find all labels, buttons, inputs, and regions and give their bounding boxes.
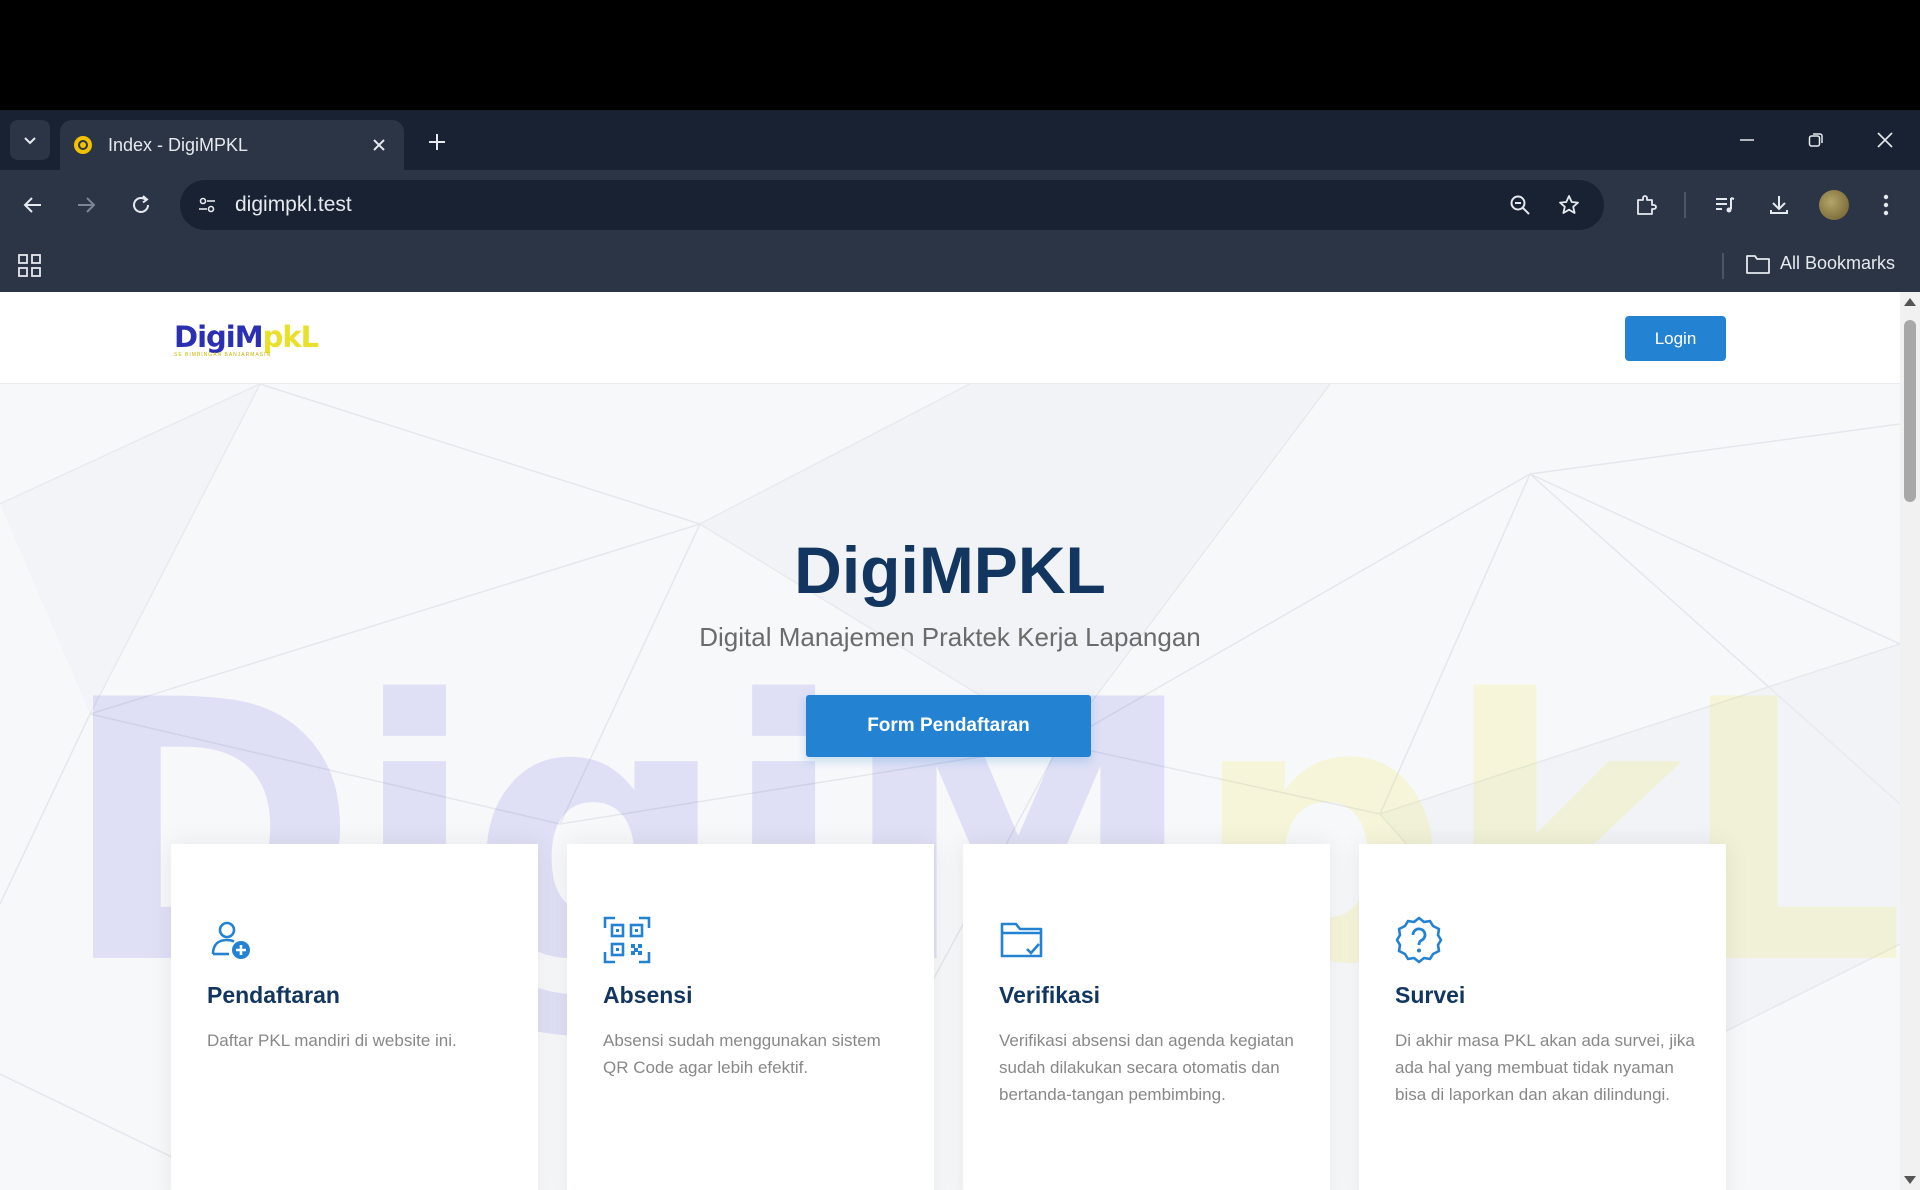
feature-title: Verifikasi [999, 982, 1101, 1008]
url-text[interactable]: digimpkl.test [235, 193, 352, 217]
site-logo[interactable]: DigiMpkL SE BIMBINGAN BANJARMASIN [174, 320, 319, 358]
user-add-icon [211, 921, 250, 959]
page-viewport: DigiMpkL DigiMPKL Digital Manajemen Prak… [0, 292, 1920, 1190]
reload-icon [133, 195, 149, 213]
arrow-left-icon [23, 197, 41, 213]
address-bar[interactable]: digimpkl.test [180, 180, 1604, 230]
close-tab-button[interactable] [368, 134, 390, 156]
minimize-icon [1740, 139, 1754, 141]
feature-description: Absensi sudah menggunakan sistem QR Code… [603, 1031, 881, 1077]
all-bookmarks-button[interactable]: All Bookmarks [1746, 253, 1895, 274]
download-icon [1770, 196, 1788, 214]
browser-tab-active[interactable]: Index - DigiMPKL [60, 120, 404, 170]
hero-subtitle: Digital Manajemen Praktek Kerja Lapangan [699, 622, 1201, 652]
zoom-out-icon [1510, 195, 1530, 215]
close-icon [373, 139, 385, 151]
feature-card-pendaftaran: Pendaftaran Daftar PKL mandiri di websit… [171, 844, 538, 1190]
scroll-up-arrow[interactable] [1904, 298, 1916, 306]
bookmarks-bar: All Bookmarks [0, 240, 1920, 292]
menu-button[interactable] [1866, 185, 1906, 225]
tab-search-button[interactable] [10, 120, 50, 160]
star-icon [1559, 195, 1579, 214]
hero-section: DigiMpkL DigiMPKL Digital Manajemen Prak… [0, 384, 1900, 1190]
folder-icon [1746, 254, 1770, 274]
scroll-thumb[interactable] [1904, 320, 1916, 502]
media-button[interactable] [1705, 185, 1745, 225]
qr-code-icon [603, 916, 651, 964]
restore-button[interactable] [1796, 124, 1836, 156]
site-header: DigiMpkL SE BIMBINGAN BANJARMASIN Login [0, 292, 1900, 384]
hero-title: DigiMPKL [794, 533, 1106, 607]
registration-form-button[interactable]: Form Pendaftaran [806, 695, 1091, 757]
forward-button[interactable] [66, 185, 106, 225]
toolbar-divider [1684, 192, 1686, 218]
downloads-button[interactable] [1759, 185, 1799, 225]
question-badge-icon [1395, 916, 1443, 964]
apps-grid-icon[interactable] [16, 252, 44, 280]
login-button[interactable]: Login [1625, 316, 1726, 361]
site-info-button[interactable] [192, 190, 222, 220]
tune-icon [199, 197, 215, 213]
feature-card-absensi: Absensi Absensi sudah menggunakan sistem… [567, 844, 934, 1190]
playlist-icon [1716, 197, 1735, 213]
arrow-right-icon [78, 197, 96, 213]
folder-check-icon [1000, 922, 1043, 958]
feature-card-survei: Survei Di akhir masa PKL akan ada survei… [1359, 844, 1726, 1190]
chevron-down-icon [24, 137, 36, 145]
extensions-button[interactable] [1626, 185, 1666, 225]
close-window-button[interactable] [1865, 124, 1905, 156]
scroll-down-arrow[interactable] [1904, 1176, 1916, 1184]
feature-description: Verifikasi absensi dan agenda kegiatan s… [999, 1031, 1294, 1104]
back-button[interactable] [13, 185, 53, 225]
page-scrollbar[interactable] [1900, 292, 1920, 1190]
close-icon [1877, 132, 1893, 148]
restore-icon [1808, 133, 1823, 147]
zoom-button[interactable] [1505, 190, 1535, 220]
kebab-menu-icon [1883, 194, 1889, 216]
minimize-button[interactable] [1727, 124, 1767, 156]
profile-avatar[interactable] [1819, 190, 1849, 220]
all-bookmarks-label: All Bookmarks [1780, 253, 1896, 273]
tab-title: Index - DigiMPKL [108, 135, 249, 155]
feature-card-verifikasi: Verifikasi Verifikasi absensi dan agenda… [963, 844, 1330, 1190]
reload-button[interactable] [121, 185, 161, 225]
browser-toolbar: digimpkl.test [0, 170, 1920, 240]
screen-top-bar [0, 0, 1920, 110]
favicon-icon [74, 136, 92, 154]
feature-title: Pendaftaran [207, 982, 340, 1008]
feature-description: Daftar PKL mandiri di website ini. [207, 1031, 457, 1050]
feature-description: Di akhir masa PKL akan ada survei, jika … [1395, 1031, 1695, 1104]
feature-title: Survei [1395, 982, 1466, 1008]
plus-icon [429, 134, 445, 150]
new-tab-button[interactable] [422, 127, 452, 157]
bookmarks-divider [1722, 253, 1724, 279]
browser-tab-strip: Index - DigiMPKL [0, 110, 1920, 170]
feature-title: Absensi [603, 982, 693, 1008]
bookmark-star-button[interactable] [1554, 190, 1584, 220]
puzzle-icon [1637, 195, 1657, 215]
